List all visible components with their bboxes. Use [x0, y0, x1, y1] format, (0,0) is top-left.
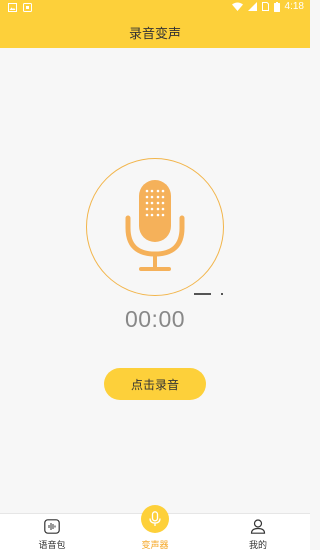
divider-mark: [194, 293, 211, 295]
nav-item-profile[interactable]: 我的: [218, 514, 298, 550]
microphone-icon: [125, 180, 185, 271]
nav-item-voice-pack[interactable]: 语音包: [12, 514, 92, 550]
battery-icon: [273, 1, 280, 12]
record-button[interactable]: 点击录音: [104, 368, 206, 400]
profile-icon: [250, 519, 266, 534]
page-title: 录音变声: [128, 26, 181, 42]
wifi-icon: [231, 2, 243, 11]
voice-pack-icon: [44, 519, 60, 534]
status-bar: 4:18: [0, 0, 310, 16]
status-time: 4:18: [284, 1, 304, 12]
sim-icon: [261, 2, 269, 11]
nav-label-profile: 我的: [248, 541, 267, 550]
microphone-nav-icon: [149, 511, 161, 526]
signal-icon: [247, 2, 257, 11]
image-notification-icon: [8, 3, 17, 12]
divider-dot: [221, 293, 223, 295]
nav-label-voice-changer: 变声器: [141, 541, 169, 550]
app-notification-icon: [23, 3, 32, 12]
recording-timer: 00:00: [124, 306, 186, 332]
nav-active-indicator[interactable]: [141, 505, 169, 533]
app-bar: 录音变声: [0, 16, 310, 48]
nav-label-voice-pack: 语音包: [38, 541, 66, 550]
